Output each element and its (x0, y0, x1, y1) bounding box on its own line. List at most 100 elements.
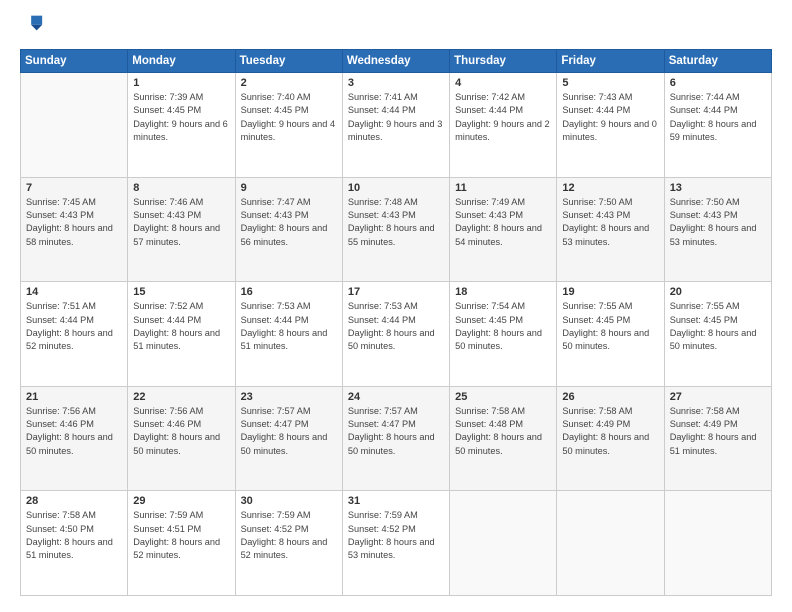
day-info: Sunrise: 7:45 AMSunset: 4:43 PMDaylight:… (26, 196, 122, 249)
day-info: Sunrise: 7:46 AMSunset: 4:43 PMDaylight:… (133, 196, 229, 249)
calendar-cell: 24 Sunrise: 7:57 AMSunset: 4:47 PMDayligh… (342, 386, 449, 491)
day-number: 2 (241, 77, 337, 89)
day-number: 25 (455, 391, 551, 403)
day-number: 20 (670, 286, 766, 298)
calendar-cell: 18 Sunrise: 7:54 AMSunset: 4:45 PMDayligh… (450, 282, 557, 387)
day-info: Sunrise: 7:59 AMSunset: 4:52 PMDaylight:… (348, 509, 444, 562)
calendar-cell: 16 Sunrise: 7:53 AMSunset: 4:44 PMDayligh… (235, 282, 342, 387)
calendar-cell: 26 Sunrise: 7:58 AMSunset: 4:49 PMDayligh… (557, 386, 664, 491)
calendar-cell: 23 Sunrise: 7:57 AMSunset: 4:47 PMDayligh… (235, 386, 342, 491)
day-info: Sunrise: 7:53 AMSunset: 4:44 PMDaylight:… (348, 300, 444, 353)
calendar-cell (450, 491, 557, 596)
day-number: 26 (562, 391, 658, 403)
day-number: 16 (241, 286, 337, 298)
day-number: 9 (241, 182, 337, 194)
day-number: 15 (133, 286, 229, 298)
day-info: Sunrise: 7:57 AMSunset: 4:47 PMDaylight:… (241, 405, 337, 458)
calendar-cell: 31 Sunrise: 7:59 AMSunset: 4:52 PMDayligh… (342, 491, 449, 596)
day-info: Sunrise: 7:43 AMSunset: 4:44 PMDaylight:… (562, 91, 658, 144)
calendar-cell: 11Sunrise: 7:49 AMSunset: 4:43 PMDayligh… (450, 177, 557, 282)
calendar-cell: 1Sunrise: 7:39 AMSunset: 4:45 PMDaylight… (128, 73, 235, 178)
calendar-cell: 13Sunrise: 7:50 AMSunset: 4:43 PMDayligh… (664, 177, 771, 282)
day-number: 30 (241, 495, 337, 507)
day-number: 22 (133, 391, 229, 403)
day-info: Sunrise: 7:48 AMSunset: 4:43 PMDaylight:… (348, 196, 444, 249)
calendar-cell: 8 Sunrise: 7:46 AMSunset: 4:43 PMDaylight… (128, 177, 235, 282)
logo-icon (22, 12, 44, 34)
weekday-monday: Monday (128, 50, 235, 73)
calendar-cell: 19 Sunrise: 7:55 AMSunset: 4:45 PMDayligh… (557, 282, 664, 387)
day-info: Sunrise: 7:55 AMSunset: 4:45 PMDaylight:… (562, 300, 658, 353)
day-info: Sunrise: 7:40 AMSunset: 4:45 PMDaylight:… (241, 91, 337, 144)
day-number: 19 (562, 286, 658, 298)
calendar-cell: 21 Sunrise: 7:56 AMSunset: 4:46 PMDayligh… (21, 386, 128, 491)
day-info: Sunrise: 7:42 AMSunset: 4:44 PMDaylight:… (455, 91, 551, 144)
calendar-cell: 27Sunrise: 7:58 AMSunset: 4:49 PMDayligh… (664, 386, 771, 491)
calendar-cell: 9 Sunrise: 7:47 AMSunset: 4:43 PMDaylight… (235, 177, 342, 282)
day-number: 18 (455, 286, 551, 298)
day-info: Sunrise: 7:53 AMSunset: 4:44 PMDaylight:… (241, 300, 337, 353)
day-info: Sunrise: 7:55 AMSunset: 4:45 PMDaylight:… (670, 300, 766, 353)
day-info: Sunrise: 7:58 AMSunset: 4:50 PMDaylight:… (26, 509, 122, 562)
day-info: Sunrise: 7:58 AMSunset: 4:49 PMDaylight:… (670, 405, 766, 458)
day-number: 28 (26, 495, 122, 507)
day-info: Sunrise: 7:58 AMSunset: 4:48 PMDaylight:… (455, 405, 551, 458)
day-info: Sunrise: 7:54 AMSunset: 4:45 PMDaylight:… (455, 300, 551, 353)
calendar-cell: 30 Sunrise: 7:59 AMSunset: 4:52 PMDayligh… (235, 491, 342, 596)
day-info: Sunrise: 7:50 AMSunset: 4:43 PMDaylight:… (562, 196, 658, 249)
day-number: 7 (26, 182, 122, 194)
weekday-wednesday: Wednesday (342, 50, 449, 73)
calendar-cell: 29 Sunrise: 7:59 AMSunset: 4:51 PMDayligh… (128, 491, 235, 596)
day-info: Sunrise: 7:59 AMSunset: 4:52 PMDaylight:… (241, 509, 337, 562)
day-number: 1 (133, 77, 229, 89)
day-number: 4 (455, 77, 551, 89)
calendar-cell: 15 Sunrise: 7:52 AMSunset: 4:44 PMDayligh… (128, 282, 235, 387)
day-number: 23 (241, 391, 337, 403)
page: SundayMondayTuesdayWednesdayThursdayFrid… (0, 0, 792, 612)
day-number: 10 (348, 182, 444, 194)
day-info: Sunrise: 7:56 AMSunset: 4:46 PMDaylight:… (133, 405, 229, 458)
calendar-cell: 14Sunrise: 7:51 AMSunset: 4:44 PMDayligh… (21, 282, 128, 387)
day-number: 8 (133, 182, 229, 194)
calendar-cell: 25 Sunrise: 7:58 AMSunset: 4:48 PMDayligh… (450, 386, 557, 491)
calendar-cell (557, 491, 664, 596)
calendar-cell: 5Sunrise: 7:43 AMSunset: 4:44 PMDaylight… (557, 73, 664, 178)
day-number: 29 (133, 495, 229, 507)
weekday-thursday: Thursday (450, 50, 557, 73)
weekday-tuesday: Tuesday (235, 50, 342, 73)
calendar-cell: 2 Sunrise: 7:40 AMSunset: 4:45 PMDaylight… (235, 73, 342, 178)
day-info: Sunrise: 7:44 AMSunset: 4:44 PMDaylight:… (670, 91, 766, 144)
day-info: Sunrise: 7:57 AMSunset: 4:47 PMDaylight:… (348, 405, 444, 458)
calendar-cell: 7 Sunrise: 7:45 AMSunset: 4:43 PMDaylight… (21, 177, 128, 282)
weekday-sunday: Sunday (21, 50, 128, 73)
calendar-cell (664, 491, 771, 596)
logo (20, 16, 44, 39)
day-info: Sunrise: 7:49 AMSunset: 4:43 PMDaylight:… (455, 196, 551, 249)
calendar-cell: 6 Sunrise: 7:44 AMSunset: 4:44 PMDaylight… (664, 73, 771, 178)
week-row-4: 21 Sunrise: 7:56 AMSunset: 4:46 PMDayligh… (21, 386, 772, 491)
header (20, 16, 772, 39)
calendar-cell: 10 Sunrise: 7:48 AMSunset: 4:43 PMDayligh… (342, 177, 449, 282)
day-info: Sunrise: 7:59 AMSunset: 4:51 PMDaylight:… (133, 509, 229, 562)
week-row-2: 7 Sunrise: 7:45 AMSunset: 4:43 PMDaylight… (21, 177, 772, 282)
day-info: Sunrise: 7:52 AMSunset: 4:44 PMDaylight:… (133, 300, 229, 353)
day-number: 6 (670, 77, 766, 89)
calendar-table: SundayMondayTuesdayWednesdayThursdayFrid… (20, 49, 772, 596)
day-info: Sunrise: 7:56 AMSunset: 4:46 PMDaylight:… (26, 405, 122, 458)
day-number: 24 (348, 391, 444, 403)
week-row-3: 14Sunrise: 7:51 AMSunset: 4:44 PMDayligh… (21, 282, 772, 387)
day-number: 14 (26, 286, 122, 298)
calendar-cell: 28 Sunrise: 7:58 AMSunset: 4:50 PMDayligh… (21, 491, 128, 596)
calendar-cell: 22 Sunrise: 7:56 AMSunset: 4:46 PMDayligh… (128, 386, 235, 491)
day-info: Sunrise: 7:47 AMSunset: 4:43 PMDaylight:… (241, 196, 337, 249)
day-number: 21 (26, 391, 122, 403)
day-number: 31 (348, 495, 444, 507)
weekday-friday: Friday (557, 50, 664, 73)
week-row-5: 28 Sunrise: 7:58 AMSunset: 4:50 PMDayligh… (21, 491, 772, 596)
day-number: 17 (348, 286, 444, 298)
calendar-cell: 4 Sunrise: 7:42 AMSunset: 4:44 PMDaylight… (450, 73, 557, 178)
day-info: Sunrise: 7:58 AMSunset: 4:49 PMDaylight:… (562, 405, 658, 458)
day-info: Sunrise: 7:50 AMSunset: 4:43 PMDaylight:… (670, 196, 766, 249)
day-number: 3 (348, 77, 444, 89)
weekday-header-row: SundayMondayTuesdayWednesdayThursdayFrid… (21, 50, 772, 73)
